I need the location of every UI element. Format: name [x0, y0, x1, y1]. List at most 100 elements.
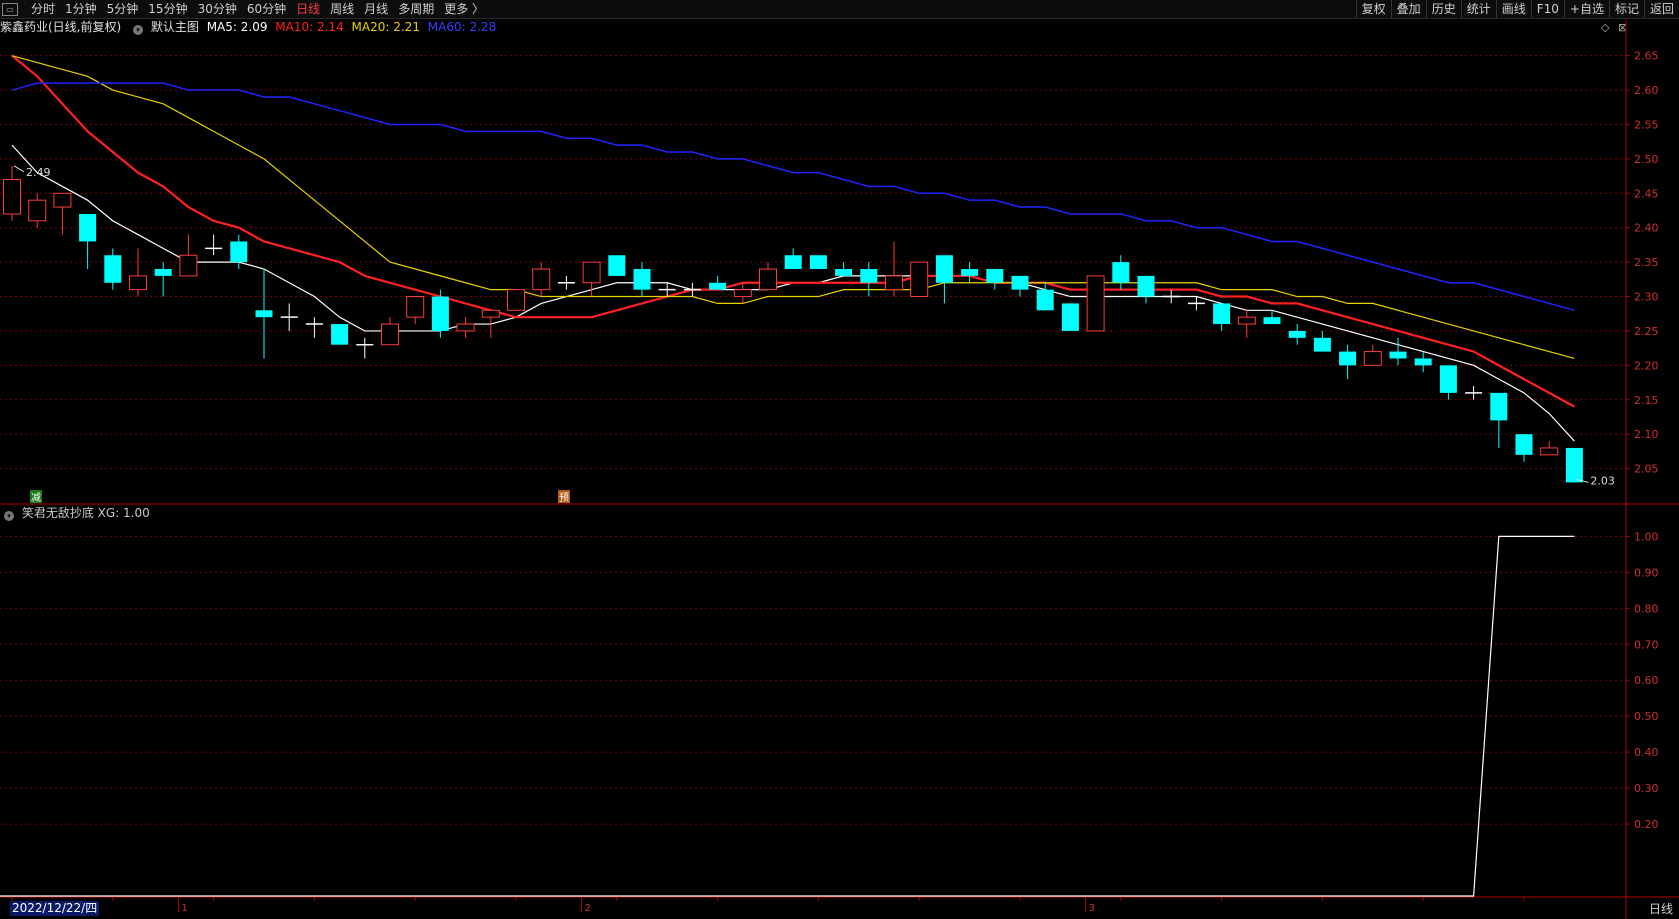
period-switch-button[interactable]: 日线 [1649, 901, 1673, 917]
candle-body [1389, 351, 1407, 359]
candle [3, 165, 21, 221]
main-tick-label: 2.10 [1634, 428, 1659, 441]
x-marker-label: 2 [585, 903, 591, 914]
main-tick-label: 2.20 [1634, 359, 1659, 372]
high-label: 2.49 [26, 166, 51, 179]
candle-body [381, 323, 399, 346]
candle [1439, 365, 1457, 400]
candle-body [1137, 275, 1155, 297]
candle-body [835, 269, 853, 276]
candle-body [456, 323, 475, 332]
candle-body [53, 192, 72, 208]
ma-line-ma20 [11, 55, 1575, 360]
main-tick-label: 2.40 [1634, 222, 1659, 235]
candle [456, 317, 475, 338]
candle [860, 262, 878, 297]
ind-tick-label: 0.60 [1634, 674, 1659, 687]
candle [759, 262, 777, 291]
candle-body [129, 275, 147, 291]
candle-body [406, 296, 425, 318]
candle [331, 324, 349, 345]
candle [1011, 275, 1029, 297]
candle-body [1263, 317, 1281, 325]
ind-tick-label: 0.80 [1634, 602, 1659, 615]
candle [1389, 337, 1407, 366]
candle [255, 269, 273, 359]
ind-tick-label: 0.20 [1634, 818, 1659, 831]
candle-body [255, 310, 273, 318]
low-label: 2.03 [1590, 474, 1615, 487]
candle-body [1086, 275, 1105, 332]
candle-body [759, 268, 777, 291]
candle-body [1011, 275, 1029, 290]
candle-body [104, 255, 122, 283]
candle [1313, 330, 1331, 352]
candle [305, 317, 323, 338]
ind-tick-label: 0.70 [1634, 638, 1659, 651]
candle [709, 275, 727, 290]
candle [633, 262, 651, 297]
candle-body [784, 255, 802, 269]
ind-tick-label: 0.30 [1634, 782, 1659, 795]
candle-body [1036, 289, 1054, 311]
candle [1465, 386, 1483, 400]
candle-body [809, 255, 827, 269]
candle-body [532, 268, 551, 291]
candle [683, 282, 701, 297]
candle [1061, 303, 1079, 331]
candle-body [431, 296, 449, 331]
candle [784, 248, 802, 269]
candle-body [1237, 316, 1256, 325]
candle [1540, 441, 1559, 456]
candle [1213, 303, 1231, 331]
ma-line-ma60 [11, 82, 1575, 312]
candle [1288, 324, 1306, 345]
candle-body [1515, 434, 1533, 455]
candle [431, 289, 449, 338]
candle [1237, 310, 1256, 338]
candle [1112, 255, 1130, 290]
candle-body [1112, 262, 1130, 283]
candle [557, 275, 575, 290]
candle-body [1288, 330, 1306, 338]
candle-body [608, 255, 626, 276]
candle-body [79, 213, 97, 242]
candle [129, 248, 147, 297]
candle [1414, 351, 1432, 373]
candle [356, 337, 374, 359]
candle [406, 296, 425, 325]
candle-body [28, 199, 47, 222]
main-tick-label: 2.65 [1634, 50, 1659, 63]
candle [835, 262, 853, 276]
main-tick-label: 2.60 [1634, 84, 1659, 97]
main-tick-label: 2.15 [1634, 394, 1659, 407]
candle [608, 255, 626, 276]
candle [1490, 392, 1508, 448]
candle [961, 262, 979, 283]
candle [885, 241, 903, 297]
candle [1515, 434, 1533, 462]
main-tick-label: 2.25 [1634, 325, 1659, 338]
candle-body [230, 241, 248, 263]
candle-body [1414, 358, 1432, 366]
candle [1363, 344, 1382, 366]
main-tick-label: 2.30 [1634, 291, 1659, 304]
candle [1565, 447, 1583, 483]
ind-tick-label: 0.40 [1634, 746, 1659, 759]
candle-body [481, 309, 500, 318]
candle [179, 234, 198, 277]
candle-body [860, 269, 878, 283]
x-marker-label: 1 [181, 903, 187, 914]
high-pointer [13, 165, 25, 173]
ind-tick-label: 0.50 [1634, 710, 1659, 723]
ind-tick-label: 1.00 [1634, 530, 1659, 543]
candle [205, 234, 223, 256]
candle [1036, 282, 1054, 311]
candle [1162, 289, 1180, 304]
ind-tick-label: 0.90 [1634, 566, 1659, 579]
candle-body [910, 261, 929, 298]
candle-body [1540, 447, 1559, 456]
candle [986, 269, 1004, 290]
event-badge-forecast: 预 [559, 492, 569, 504]
kline-chart[interactable]: 2.65 2.60 2.55 2.50 2.45 2.40 2.35 2.30 2.25 2.20… [0, 0, 1679, 919]
